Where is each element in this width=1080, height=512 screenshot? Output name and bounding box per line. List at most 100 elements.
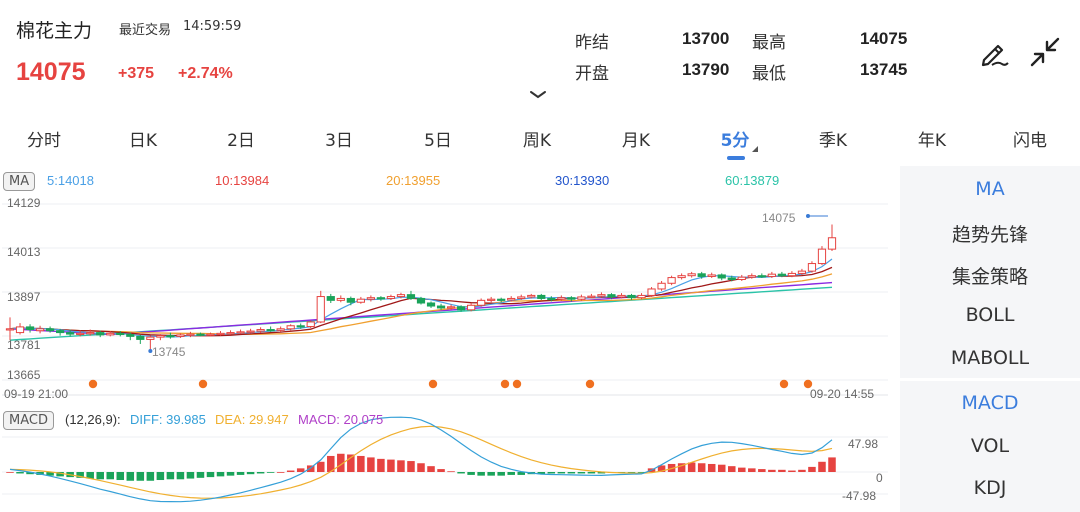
candle-body — [196, 333, 205, 336]
ma20-value: 20:13955 — [386, 173, 441, 188]
candle-body — [737, 276, 746, 280]
tab-5min[interactable]: 5分 — [721, 126, 750, 151]
draw-icon[interactable] — [978, 36, 1010, 68]
candle-body — [547, 297, 556, 301]
macd-histogram-bar — [387, 459, 395, 472]
tab-daily-k[interactable]: 日K — [129, 126, 157, 151]
macd-histogram-bar — [828, 457, 836, 472]
candle-body — [537, 294, 546, 299]
indicator-kdj[interactable]: KDJ — [900, 477, 1080, 499]
candle-body — [567, 297, 576, 300]
candle-body — [717, 274, 726, 279]
macd-histogram-bar — [788, 470, 796, 472]
candle-body — [527, 294, 536, 298]
macd-diff: DIFF: 39.985 — [130, 412, 206, 427]
macd-histogram-bar — [246, 472, 255, 475]
last-price: 14075 — [16, 58, 86, 86]
tab-weekly-k[interactable]: 周K — [523, 126, 551, 151]
candle-body — [216, 332, 225, 336]
chevron-down-icon[interactable] — [528, 88, 548, 100]
candle-body — [256, 329, 265, 332]
indicator-boll[interactable]: BOLL — [900, 304, 1080, 326]
contract-name: 棉花主力 — [16, 20, 93, 42]
macd-histogram-bar — [748, 468, 756, 472]
macd-histogram-bar — [6, 472, 14, 473]
indicator-maboll[interactable]: MABOLL — [900, 347, 1080, 369]
macd-histogram-bar — [116, 472, 125, 481]
candle-body — [507, 297, 516, 301]
macd-histogram-bar — [557, 472, 566, 474]
ma-indicator-tag[interactable]: MA — [3, 172, 36, 191]
quote-header: 棉花主力 最近交易 14:59:59 14075 +375 +2.74% 昨结 … — [0, 0, 1080, 110]
macd-histogram-bar — [447, 471, 455, 473]
indicator-trend-pioneer[interactable]: 趋势先锋 — [900, 220, 1080, 247]
price-tick-5: 13665 — [7, 368, 41, 382]
candle-body — [15, 326, 25, 334]
candle-body — [76, 332, 85, 336]
candle-body — [797, 270, 807, 274]
tab-3day[interactable]: 3日 — [325, 126, 353, 151]
indicator-fund-strategy[interactable]: 集金策略 — [900, 262, 1080, 289]
macd-value: MACD: 20.075 — [298, 412, 384, 427]
candle-body — [517, 296, 526, 299]
macd-histogram-bar — [717, 464, 726, 472]
macd-histogram-bar — [818, 461, 826, 472]
collapse-icon[interactable] — [1029, 36, 1061, 68]
indicator-macd[interactable]: MACD — [900, 392, 1080, 414]
candle-body — [356, 298, 365, 303]
tab-yearly-k[interactable]: 年K — [918, 126, 946, 151]
macd-histogram-bar — [467, 472, 475, 475]
candle-body — [467, 304, 476, 311]
candle-body — [687, 273, 696, 277]
candle-body — [96, 332, 105, 336]
macd-histogram-bar — [316, 461, 325, 472]
panel-divider — [900, 378, 1080, 381]
start-time-label: 09-19 21:00 — [4, 387, 69, 401]
latest-trade-time: 14:59:59 — [183, 19, 242, 34]
macd-histogram-bar — [768, 469, 776, 472]
event-dot — [88, 379, 98, 389]
macd-histogram-bar — [276, 472, 285, 473]
price-change-pct: +2.74% — [178, 65, 233, 82]
tab-flash[interactable]: 闪电 — [1013, 126, 1047, 151]
tab-dropdown-triangle-icon[interactable] — [752, 146, 758, 152]
macd-histogram-bar — [397, 460, 405, 472]
candle-body — [106, 332, 115, 336]
tab-monthly-k[interactable]: 月K — [622, 126, 650, 151]
macd-histogram-bar — [738, 467, 746, 472]
tab-5day[interactable]: 5日 — [424, 126, 452, 151]
price-tick-4: 13781 — [7, 338, 41, 352]
tab-quarterly-k[interactable]: 季K — [819, 126, 847, 151]
indicator-vol[interactable]: VOL — [900, 435, 1080, 457]
macd-tick-zero: 0 — [876, 471, 883, 485]
macd-histogram-bar — [96, 472, 104, 480]
candle-body — [497, 298, 506, 301]
candle-body — [697, 273, 706, 277]
candle-body — [226, 332, 235, 335]
macd-histogram-bar — [266, 472, 275, 473]
candle-body — [166, 335, 175, 338]
event-dot — [428, 379, 438, 389]
macd-histogram-bar — [417, 463, 425, 472]
macd-histogram-bar — [16, 472, 24, 474]
macd-histogram-bar — [377, 458, 385, 472]
indicator-ma[interactable]: MA — [900, 178, 1080, 200]
candle-body — [446, 306, 456, 309]
candle-body — [146, 336, 155, 340]
candle-body — [346, 297, 355, 303]
macd-indicator-tag[interactable]: MACD — [3, 411, 54, 430]
ma60-value: 60:13879 — [725, 173, 780, 188]
event-dot — [779, 379, 789, 389]
candle-body — [617, 294, 626, 298]
macd-histogram-bar — [226, 472, 235, 476]
candle-body — [326, 296, 335, 301]
max-price-label: 14075 — [762, 211, 796, 225]
tab-timeshare[interactable]: 分时 — [27, 126, 61, 151]
macd-histogram-bar — [487, 472, 495, 476]
macd-histogram-bar — [457, 472, 465, 474]
tab-2day[interactable]: 2日 — [227, 126, 255, 151]
macd-histogram-bar — [727, 466, 736, 472]
candle-body — [66, 332, 75, 335]
candle-body — [116, 332, 125, 336]
macd-histogram-bar — [216, 472, 225, 477]
